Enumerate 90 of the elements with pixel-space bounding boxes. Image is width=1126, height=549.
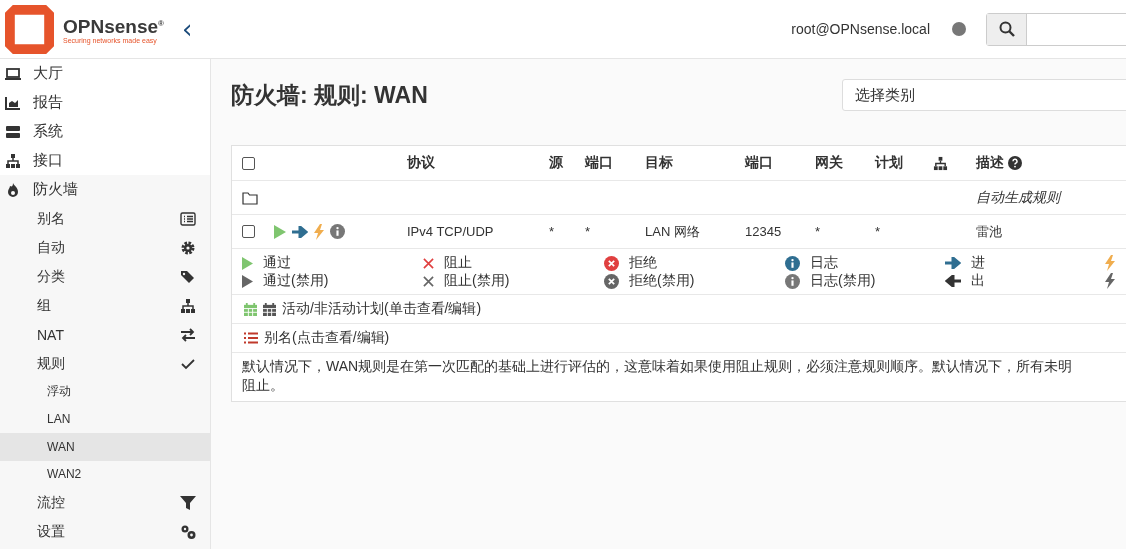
sidebar-subitem[interactable]: 自动 [0, 233, 210, 262]
cross-icon [423, 275, 434, 287]
cross-circle-icon [604, 255, 619, 271]
lightning-icon [1105, 255, 1115, 271]
legend-label: 出 [971, 272, 985, 290]
gear-icon [180, 239, 196, 256]
fire-icon [5, 181, 21, 198]
sidebar-subitem[interactable]: 设置 [0, 517, 210, 546]
arrow-right-icon [945, 257, 961, 269]
sidebar-item[interactable]: 系统 [0, 117, 210, 146]
lightning-icon [1105, 273, 1115, 289]
cross-icon [423, 257, 434, 269]
folder-icon[interactable] [242, 190, 258, 205]
sidebar-subitem[interactable]: 别名 [0, 204, 210, 233]
info-text: 默认情况下，WAN规则是在第一次匹配的基础上进行评估的，这意味着如果使用阻止规则，必须注意规则顺序。默认情况下，所有未明 [242, 357, 1074, 376]
arrow-left-icon [945, 275, 961, 287]
legend-label: 通过(禁用) [263, 272, 329, 290]
page-title: 防火墙: 规则: WAN [231, 80, 428, 110]
alias-note: 别名(点击查看/编辑) [264, 329, 390, 347]
sidebar-subitem[interactable]: 分类 [0, 262, 210, 291]
collapse-sidebar-button[interactable]: ‹ [177, 17, 197, 41]
status-dot-icon [952, 22, 966, 36]
sitemap-icon [5, 152, 21, 169]
info-icon[interactable] [330, 224, 345, 239]
sidebar-subitem[interactable]: LAN [0, 405, 210, 433]
legend-label: 拒绝 [629, 254, 657, 272]
sidebar-subitem[interactable]: NAT [0, 320, 210, 349]
table-cell: LAN 网络 [645, 222, 700, 241]
calendar-icon [263, 302, 276, 316]
network-icon [933, 155, 948, 171]
arrow-right-icon[interactable] [292, 225, 308, 238]
sidebar-item[interactable]: 报告 [0, 88, 210, 117]
column-header: 协议 [407, 154, 435, 172]
legend-label: 进 [971, 254, 985, 272]
laptop-icon [5, 65, 21, 82]
calendar-icon [244, 302, 257, 316]
column-header: 源 [549, 154, 563, 172]
table-cell: 雷池 [976, 222, 1002, 241]
sidebar-subitem[interactable]: WAN2 [0, 460, 210, 488]
logo-name: OPNsense$^{®}$ [63, 15, 164, 38]
info-icon [785, 273, 800, 289]
sidebar-subitem[interactable]: WAN [0, 433, 210, 461]
column-header: 目标 [645, 154, 673, 172]
row-checkbox[interactable] [242, 225, 255, 238]
table-cell: * [549, 224, 555, 239]
legend-label: 日志 [810, 254, 838, 272]
select-all-checkbox[interactable] [242, 156, 255, 170]
filter-icon [180, 494, 196, 511]
legend-label: 阻止(禁用) [444, 272, 510, 290]
sidebar-subitem[interactable]: 规则 [0, 349, 210, 378]
schedule-note: 活动/非活动计划(单击查看/编辑) [282, 300, 482, 318]
sidebar-subitem[interactable]: 组 [0, 291, 210, 320]
legend-label: 日志(禁用) [810, 272, 876, 290]
server-icon [5, 123, 21, 140]
search-field[interactable] [986, 12, 1126, 46]
help-icon[interactable] [1008, 156, 1022, 170]
search-icon[interactable] [987, 13, 1027, 45]
column-header: 网关 [815, 154, 843, 172]
table-cell: * [875, 224, 881, 239]
category-select[interactable]: 选择类别 [842, 79, 1126, 111]
column-header: 描述 [976, 154, 1004, 172]
info-text: 阻止。 [242, 376, 285, 395]
table-cell: * [815, 224, 821, 239]
table-cell: * [585, 224, 591, 239]
legend-label: 阻止 [444, 254, 472, 272]
column-header: 端口 [745, 154, 773, 172]
logo-icon [5, 4, 54, 54]
play-icon [242, 256, 253, 270]
list-icon [244, 332, 258, 344]
tags-icon [180, 268, 196, 285]
exchange-icon [180, 326, 196, 343]
play-icon [242, 274, 253, 288]
table-cell: 12345 [745, 224, 782, 239]
sidebar-item[interactable]: 大厅 [0, 59, 210, 88]
legend-label: 拒绝(禁用) [629, 272, 695, 290]
chart-icon [5, 94, 21, 111]
legend-label: 通过 [263, 254, 291, 272]
sidebar-subitem[interactable]: 浮动 [0, 378, 210, 406]
sidebar-item[interactable]: 接口 [0, 146, 210, 175]
column-header: 计划 [875, 154, 903, 172]
sitemap-icon [180, 297, 196, 314]
category-description: 自动生成规则 [976, 188, 1060, 207]
column-header: 端口 [585, 154, 613, 172]
info-icon [785, 255, 800, 271]
cross-circle-icon [604, 273, 619, 289]
user-name[interactable]: root@OPNsense.local [791, 21, 930, 37]
list-icon [180, 210, 196, 227]
table-cell: IPv4 TCP/UDP [407, 224, 494, 239]
gears-icon [180, 523, 196, 540]
sidebar-subitem[interactable]: 流控 [0, 488, 210, 517]
